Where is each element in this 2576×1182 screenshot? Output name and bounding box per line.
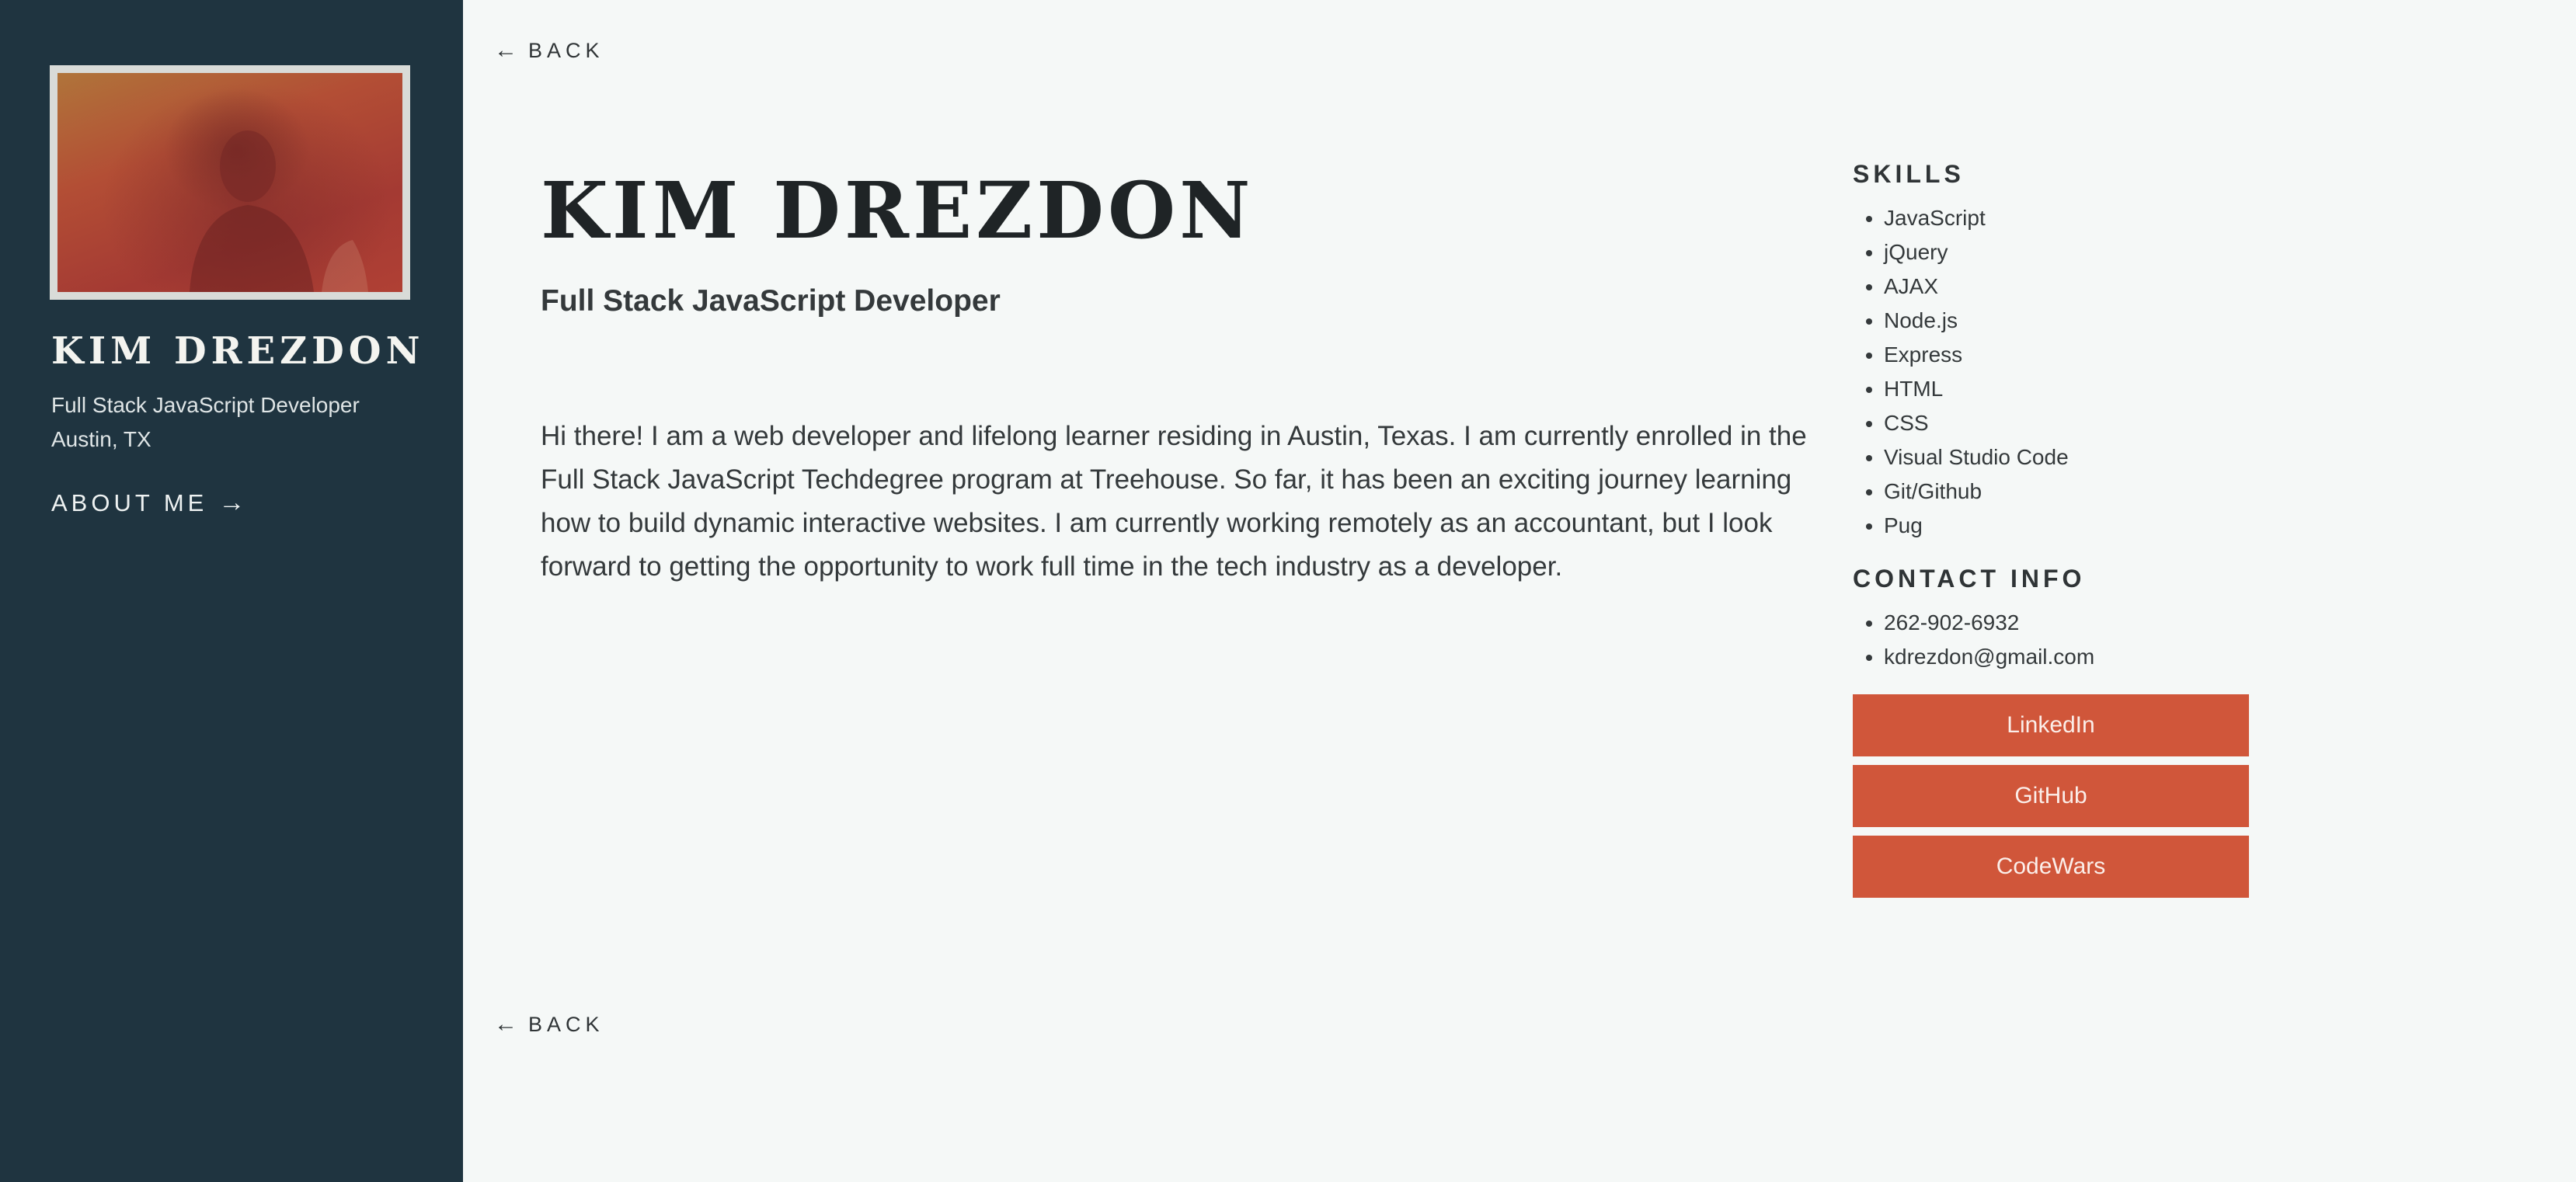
skills-title: SKILLS xyxy=(1853,160,1965,188)
arrow-left-icon: ← xyxy=(494,1011,517,1037)
profile-photo-silhouette xyxy=(190,130,368,292)
list-item: JavaScript xyxy=(1884,201,2249,235)
page-title: KIM DREZDON xyxy=(541,165,1255,256)
sidebar: KIM DREZDON Full Stack JavaScript Develo… xyxy=(0,0,463,1182)
list-item: Node.js xyxy=(1884,304,2249,338)
sidebar-name: KIM DREZDON xyxy=(51,329,425,373)
arrow-right-icon: → xyxy=(218,488,245,517)
list-item: AJAX xyxy=(1884,269,2249,304)
list-item: HTML xyxy=(1884,372,2249,406)
list-item: Git/Github xyxy=(1884,475,2249,509)
arrow-left-icon: ← xyxy=(494,37,517,63)
back-label: BACK xyxy=(528,1012,604,1036)
github-button[interactable]: GitHub xyxy=(1853,765,2249,827)
about-me-label: ABOUT ME xyxy=(51,488,208,516)
contact-list: 262-902-6932 kdrezdon@gmail.com xyxy=(1884,606,2249,674)
sidebar-location: Austin, TX xyxy=(51,427,151,451)
back-link-top[interactable]: ← BACK xyxy=(494,37,604,64)
contact-title: CONTACT INFO xyxy=(1853,565,2086,593)
phone-number: 262-902-6932 xyxy=(1884,606,2249,640)
list-item: Visual Studio Code xyxy=(1884,440,2249,475)
about-me-link[interactable]: ABOUT ME → xyxy=(51,488,245,518)
list-item: jQuery xyxy=(1884,235,2249,269)
list-item: CSS xyxy=(1884,406,2249,440)
sidebar-role: Full Stack JavaScript Developer xyxy=(51,393,360,417)
details-column: SKILLS JavaScript jQuery AJAX Node.js Ex… xyxy=(1853,160,2249,906)
page-subtitle: Full Stack JavaScript Developer xyxy=(541,284,1001,318)
back-label: BACK xyxy=(528,38,604,62)
back-link-bottom[interactable]: ← BACK xyxy=(494,1011,604,1038)
bio-paragraph: Hi there! I am a web developer and lifel… xyxy=(541,421,1807,582)
email-address: kdrezdon@gmail.com xyxy=(1884,640,2249,674)
linkedin-button[interactable]: LinkedIn xyxy=(1853,694,2249,756)
profile-photo-frame xyxy=(50,65,410,300)
profile-links: LinkedIn GitHub CodeWars xyxy=(1853,694,2249,898)
list-item: Pug xyxy=(1884,509,2249,543)
list-item: Express xyxy=(1884,338,2249,372)
profile-photo xyxy=(57,73,402,292)
skills-list: JavaScript jQuery AJAX Node.js Express H… xyxy=(1884,201,2249,543)
codewars-button[interactable]: CodeWars xyxy=(1853,836,2249,898)
